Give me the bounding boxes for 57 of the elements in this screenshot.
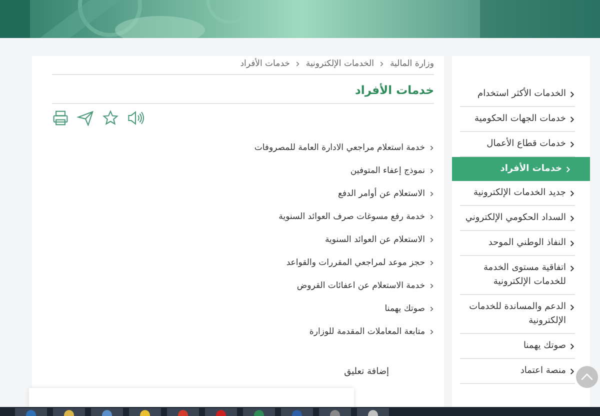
taskbar-app-icon[interactable]	[243, 408, 275, 416]
breadcrumb-link[interactable]: وزارة المالية	[390, 59, 434, 69]
chevron-icon	[570, 265, 575, 272]
chevron-up-icon	[580, 373, 594, 381]
chevron-icon	[570, 190, 575, 197]
taskbar-app-icon[interactable]	[91, 408, 123, 416]
page-title: خدمات الأفراد	[52, 75, 434, 104]
chevron-icon	[430, 260, 434, 266]
sidebar-item[interactable]: منصة اعتماد	[460, 359, 575, 384]
taskbar-app-icon[interactable]	[129, 408, 161, 416]
sidebar-item[interactable]: الدعم والمساندة للخدمات الإلكترونية	[460, 295, 575, 334]
service-link[interactable]: خدمة الاستعلام عن اعفائات القروض	[296, 280, 425, 290]
service-link[interactable]: خدمة استعلام مراجعي الادارة العامة للمصروفات	[254, 142, 425, 152]
chevron-icon	[430, 144, 434, 150]
service-link[interactable]: صوتك يهمنا	[384, 304, 425, 314]
service-link[interactable]: متابعة المعاملات المقدمة للوزارة	[309, 326, 425, 336]
chevron-icon	[570, 343, 575, 350]
chevron-icon	[570, 240, 575, 247]
sidebar-item[interactable]: اتفاقية مستوى الخدمة للخدمات الإلكترونية	[460, 256, 575, 295]
chevron-icon	[570, 215, 575, 222]
taskbar-app-icon[interactable]	[319, 408, 351, 416]
sidebar-item[interactable]: السداد الحكومي الإلكتروني	[460, 206, 575, 231]
chevron-icon	[430, 306, 434, 312]
star-icon[interactable]	[102, 110, 119, 126]
chevron-icon	[570, 141, 575, 148]
send-icon[interactable]	[77, 110, 94, 126]
chevron-icon	[430, 190, 434, 196]
scroll-top-button[interactable]	[576, 366, 598, 388]
service-link[interactable]: الاستعلام عن العوائد السنوية	[324, 234, 425, 244]
chevron-icon	[296, 61, 300, 67]
chevron-icon	[566, 166, 571, 173]
breadcrumb-link[interactable]: الخدمات الإلكترونية	[306, 59, 374, 69]
chevron-icon	[380, 61, 384, 67]
chevron-icon	[430, 214, 434, 220]
sidebar-item[interactable]: النفاذ الوطني الموحد	[460, 231, 575, 256]
taskbar-app-icon[interactable]	[53, 408, 85, 416]
print-icon[interactable]	[52, 110, 69, 126]
sidebar-item[interactable]: خدمات الجهات الحكومية	[460, 107, 575, 132]
comment-heading: إضافة تعليق	[344, 367, 390, 377]
chevron-icon	[570, 116, 575, 123]
chevron-icon	[430, 328, 434, 334]
service-link[interactable]: نموذج إعفاء المتوفين	[350, 166, 425, 176]
breadcrumb-link[interactable]: خدمات الأفراد	[240, 59, 290, 69]
chevron-icon	[570, 91, 575, 98]
chevron-icon	[430, 168, 434, 174]
taskbar-app-icon[interactable]	[357, 408, 389, 416]
chevron-icon	[570, 368, 575, 375]
service-link[interactable]: حجز موعد لمراجعي المقررات والقواعد	[286, 258, 425, 268]
chevron-icon	[570, 304, 575, 311]
service-link[interactable]: الاستعلام عن أوامر الدفع	[338, 188, 425, 198]
sidebar-item[interactable]: الخدمات الأكثر استخدام	[460, 82, 575, 107]
chevron-icon	[430, 282, 434, 288]
service-link[interactable]: خدمة رفع مسوغات صرف العوائد السنوية	[278, 212, 425, 222]
speaker-icon[interactable]	[127, 110, 144, 126]
chevron-icon	[430, 236, 434, 242]
sidebar-item[interactable]: صوتك يهمنا	[460, 334, 575, 359]
sidebar-item[interactable]: جديد الخدمات الإلكترونية	[460, 181, 575, 206]
